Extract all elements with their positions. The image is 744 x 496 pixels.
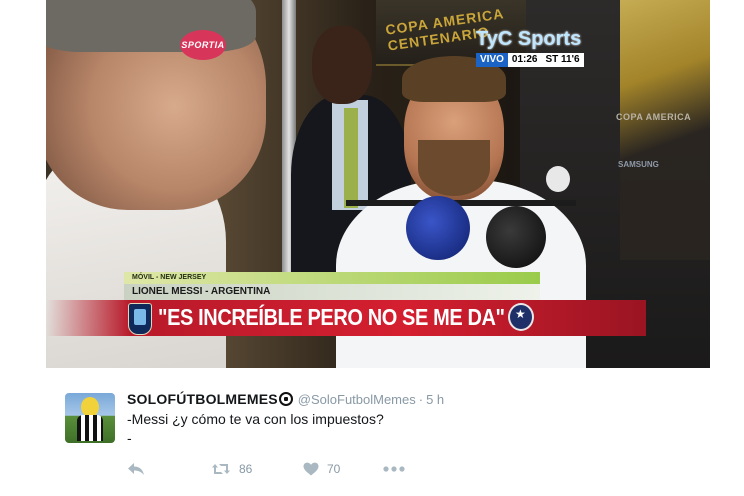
retweet-button[interactable]: 86	[211, 462, 303, 476]
reply-button[interactable]	[127, 462, 211, 476]
afa-crest-icon	[128, 303, 152, 335]
match-clock: VIVO 01:26 ST 11'6	[476, 53, 584, 67]
timestamp[interactable]: 5 h	[426, 392, 444, 407]
separator: ·	[418, 391, 424, 407]
location-strip: MÓVIL - NEW JERSEY	[124, 272, 540, 284]
sportia-logo: SPORTIA	[180, 30, 226, 60]
display-name[interactable]: SOLOFÚTBOLMEMES	[127, 391, 278, 407]
retweet-count: 86	[239, 462, 253, 476]
player-beard	[418, 140, 490, 196]
more-dots-icon	[383, 466, 405, 472]
tweet-text: -Messi ¿y cómo te va con los impuestos? …	[127, 411, 384, 446]
tyc-sports-logo: TyC Sports	[476, 28, 582, 50]
guard-tie	[344, 108, 358, 208]
tweet-header: SOLOFÚTBOLMEMES @SoloFutbolMemes · 5 h	[127, 390, 444, 408]
microphone-dark	[486, 206, 546, 268]
copa-sign: COPA AMERICA	[616, 112, 692, 122]
background-gold-panel	[620, 0, 710, 260]
live-badge: VIVO	[476, 53, 508, 67]
handle[interactable]: @SoloFutbolMemes	[298, 392, 416, 407]
reply-icon	[128, 463, 144, 475]
soccer-ball-icon	[278, 392, 293, 406]
like-count: 70	[327, 462, 341, 476]
sponsor-sign: SAMSUNG	[618, 160, 659, 169]
quote-text: "ES INCREÍBLE PERO NO SE ME DA"	[158, 305, 505, 331]
chile-crest-icon	[508, 303, 534, 331]
guard-head	[312, 26, 372, 104]
microphone-white	[546, 166, 570, 192]
clock-time: 01:26	[507, 53, 542, 67]
avatar-figure-head	[81, 397, 99, 417]
heart-icon	[303, 462, 319, 476]
retweet-icon	[212, 464, 230, 474]
clock-period: ST 11'6	[541, 53, 584, 67]
tweet-actions: 86 70	[127, 460, 405, 478]
player-caption: LIONEL MESSI - ARGENTINA	[124, 284, 540, 300]
more-options-button[interactable]	[383, 466, 405, 472]
avatar-figure-jersey	[77, 415, 103, 441]
avatar[interactable]	[65, 393, 115, 443]
microphone-blue	[406, 196, 470, 260]
like-button[interactable]: 70	[303, 462, 383, 476]
